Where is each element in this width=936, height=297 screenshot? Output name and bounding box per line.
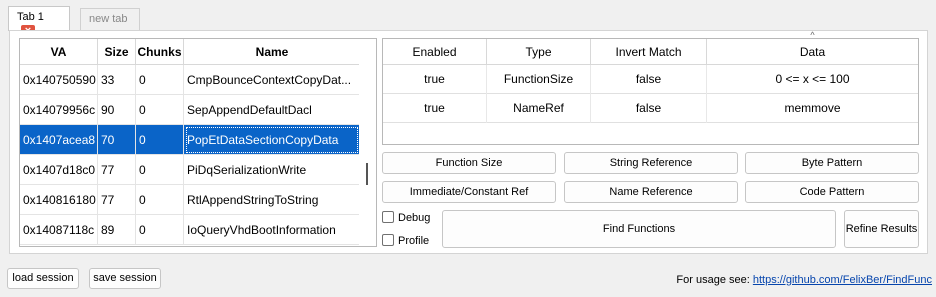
column-data-label: Data — [799, 45, 826, 59]
va-cell: 0x14087118c — [20, 215, 98, 245]
chunks-cell: 0 — [136, 125, 184, 155]
column-size[interactable]: Size — [98, 39, 136, 65]
size-cell: 77 — [98, 185, 136, 215]
invert-cell: false — [591, 94, 707, 123]
va-cell: 0x14079956c — [20, 95, 98, 125]
table-row[interactable]: 0x1407d18c0 77 0 PiDqSerializationWrite — [20, 155, 360, 185]
column-name-label: Name — [255, 45, 289, 59]
debug-checkbox[interactable]: Debug — [382, 211, 430, 227]
name-cell: RtlAppendStringToString — [184, 185, 360, 215]
table-row[interactable]: 0x14087118c 89 0 IoQueryVhdBootInformati… — [20, 215, 360, 245]
column-type[interactable]: Type — [487, 39, 591, 65]
va-cell: 0x140816180 — [20, 185, 98, 215]
new-tab-label: new tab — [89, 13, 128, 25]
column-name[interactable]: ^ Name — [184, 39, 360, 65]
function-size-button[interactable]: Function Size — [382, 152, 556, 174]
name-cell: PiDqSerializationWrite — [184, 155, 360, 185]
invert-cell: false — [591, 65, 707, 94]
refine-results-button[interactable]: Refine Results — [844, 210, 919, 248]
load-session-button[interactable]: load session — [7, 268, 79, 289]
data-cell: memmove — [784, 101, 841, 115]
name-cell: SepAppendDefaultDacl — [184, 95, 360, 125]
debug-label: Debug — [398, 212, 431, 224]
save-session-button[interactable]: save session — [89, 268, 161, 289]
name-cell: PopEtDataSectionCopyData — [184, 125, 360, 155]
filter-row[interactable]: true FunctionSize false 0 <= x <= 100 — [383, 65, 918, 94]
size-cell: 77 — [98, 155, 136, 185]
filters-table: Enabled Type Invert Match ^ Data true Fu… — [382, 30, 919, 145]
va-cell: 0x1407d18c0 — [20, 155, 98, 185]
functions-table: VA Size Chunks ^ Name 0x140750590 33 0 C… — [19, 38, 377, 247]
column-data[interactable]: ^ Data — [707, 30, 918, 65]
size-cell: 89 — [98, 215, 136, 245]
type-cell: FunctionSize — [487, 65, 591, 94]
functions-table-header: VA Size Chunks ^ Name — [20, 39, 360, 65]
name-cell: CmpBounceContextCopyDat... — [184, 65, 360, 95]
va-cell: 0x140750590 — [20, 65, 98, 95]
filter-row[interactable]: true NameRef false memmove — [383, 94, 918, 123]
profile-checkbox[interactable]: Profile — [382, 234, 429, 250]
enabled-cell: true — [383, 65, 487, 94]
va-cell: 0x1407acea8 — [20, 125, 98, 155]
checkbox-box[interactable] — [382, 211, 394, 223]
tab-new[interactable]: new tab — [80, 8, 140, 30]
table-row[interactable]: 0x140750590 33 0 CmpBounceContextCopyDat… — [20, 65, 360, 95]
chunks-cell: 0 — [136, 95, 184, 125]
chunks-cell: 0 — [136, 155, 184, 185]
sort-ascending-icon: ^ — [184, 39, 360, 40]
tab-1-label: Tab 1 — [17, 11, 44, 23]
table-row-selected[interactable]: 0x1407acea8 70 0 PopEtDataSectionCopyDat… — [20, 125, 360, 155]
usage-text: For usage see: — [676, 274, 753, 286]
byte-pattern-button[interactable]: Byte Pattern — [745, 152, 919, 174]
size-cell: 70 — [98, 125, 136, 155]
type-cell: NameRef — [487, 94, 591, 123]
data-cell: 0 <= x <= 100 — [775, 72, 850, 86]
scrollbar-thumb[interactable] — [366, 163, 368, 185]
find-functions-button[interactable]: Find Functions — [442, 210, 836, 248]
checkbox-box[interactable] — [382, 234, 394, 246]
immediate-ref-button[interactable]: Immediate/Constant Ref — [382, 181, 556, 203]
code-pattern-button[interactable]: Code Pattern — [745, 181, 919, 203]
profile-label: Profile — [398, 235, 430, 247]
column-va[interactable]: VA — [20, 39, 98, 65]
chunks-cell: 0 — [136, 185, 184, 215]
column-invert-match[interactable]: Invert Match — [591, 39, 707, 65]
name-reference-button[interactable]: Name Reference — [564, 181, 738, 203]
size-cell: 90 — [98, 95, 136, 125]
enabled-cell: true — [383, 94, 487, 123]
vertical-scrollbar[interactable] — [359, 39, 376, 246]
chunks-cell: 0 — [136, 215, 184, 245]
github-link[interactable]: https://github.com/FelixBer/FindFunc — [753, 274, 932, 286]
column-enabled[interactable]: Enabled — [383, 39, 487, 65]
size-cell: 33 — [98, 65, 136, 95]
sort-ascending-icon: ^ — [810, 30, 815, 40]
tab-1[interactable]: Tab 1× — [8, 6, 70, 39]
table-row[interactable]: 0x140816180 77 0 RtlAppendStringToString — [20, 185, 360, 215]
usage-note: For usage see: https://github.com/FelixB… — [676, 274, 932, 286]
chunks-cell: 0 — [136, 65, 184, 95]
name-cell: IoQueryVhdBootInformation — [184, 215, 360, 245]
filters-table-header: Enabled Type Invert Match ^ Data — [383, 30, 918, 65]
column-chunks[interactable]: Chunks — [136, 39, 184, 65]
string-reference-button[interactable]: String Reference — [564, 152, 738, 174]
table-row[interactable]: 0x14079956c 90 0 SepAppendDefaultDacl — [20, 95, 360, 125]
